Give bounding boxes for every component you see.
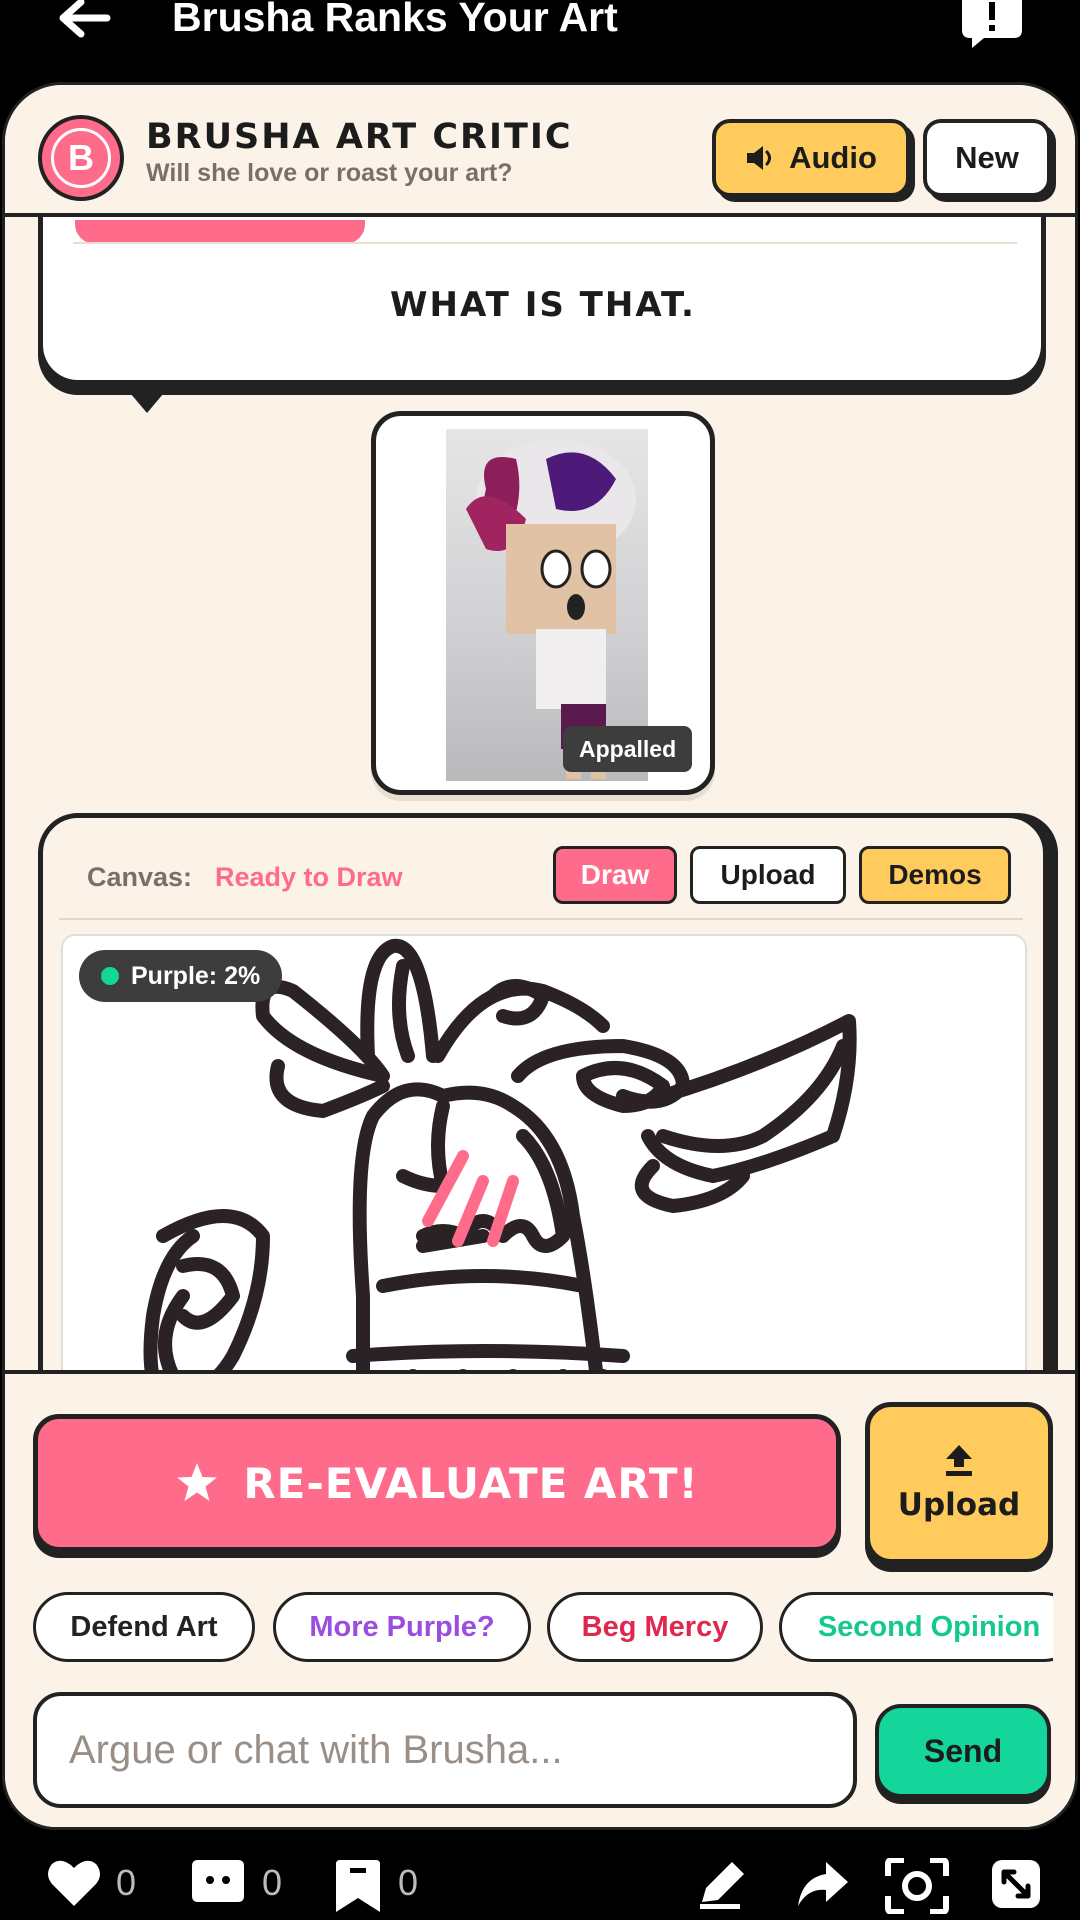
bubble-tail: [125, 387, 169, 413]
status-dot-icon: [101, 967, 119, 985]
new-button-label: New: [955, 140, 1019, 175]
upload-art-label: Upload: [897, 1487, 1021, 1523]
page-title: Brusha Ranks Your Art: [172, 0, 618, 40]
new-button[interactable]: New: [923, 119, 1051, 197]
like-count: 0: [116, 1862, 137, 1903]
bottom-controls: RE-EVALUATE ART! Upload Defend Art More …: [5, 1370, 1075, 1827]
comment-icon[interactable]: [190, 1858, 246, 1910]
avatar: B: [38, 115, 124, 201]
tab-draw[interactable]: Draw: [553, 846, 677, 904]
canvas-divider: [59, 918, 1023, 920]
fullscreen-icon[interactable]: [990, 1858, 1042, 1910]
tab-demos[interactable]: Demos: [859, 846, 1011, 904]
audio-button-label: Audio: [789, 140, 877, 175]
re-evaluate-button[interactable]: RE-EVALUATE ART!: [33, 1414, 841, 1552]
purple-meter-label: Purple: 2%: [131, 961, 261, 990]
chat-input[interactable]: Argue or chat with Brusha...: [33, 1692, 857, 1808]
comment-count: 0: [262, 1862, 283, 1903]
edit-pencil-icon[interactable]: [696, 1858, 748, 1910]
speaker-icon: [747, 146, 772, 170]
top-bar: Brusha Ranks Your Art: [0, 0, 1080, 80]
send-button-label: Send: [923, 1732, 1003, 1769]
critic-verdict-text: WHAT IS THAT.: [390, 285, 696, 325]
upload-icon: [946, 1445, 972, 1476]
screenshot-icon[interactable]: [884, 1858, 950, 1914]
chip-more-purple[interactable]: More Purple?: [273, 1592, 531, 1662]
heart-icon[interactable]: [46, 1858, 102, 1908]
quick-reply-chips: Defend Art More Purple? Beg Mercy Second…: [33, 1592, 1053, 1664]
audio-button[interactable]: Audio: [712, 119, 910, 197]
share-icon[interactable]: [796, 1858, 850, 1910]
re-evaluate-label: RE-EVALUATE ART!: [243, 1458, 699, 1508]
app-container: WHAT IS THAT. B BRUSHA ART CRITIC Will s…: [2, 82, 1078, 1830]
chip-second-opinion[interactable]: Second Opinion: [779, 1592, 1053, 1662]
canvas-label: Canvas:: [87, 862, 193, 892]
bookmark-count: 0: [398, 1862, 419, 1903]
bottom-nav-bar: 0 0 0: [0, 1832, 1080, 1920]
send-button[interactable]: Send: [875, 1704, 1051, 1798]
chip-beg-mercy[interactable]: Beg Mercy: [547, 1592, 763, 1662]
back-arrow-icon[interactable]: [55, 0, 115, 45]
star-icon: [177, 1463, 218, 1501]
brand-title: BRUSHA ART CRITIC: [146, 117, 573, 157]
brand-subtitle: Will she love or roast your art?: [146, 159, 513, 187]
tab-upload[interactable]: Upload: [690, 846, 846, 904]
upload-art-button[interactable]: Upload: [865, 1402, 1053, 1564]
bookmark-icon[interactable]: [334, 1858, 382, 1914]
art-preview-card: Appalled: [371, 411, 715, 795]
report-icon[interactable]: [958, 0, 1026, 48]
reaction-badge: Appalled: [563, 726, 693, 772]
purple-meter-badge: Purple: 2%: [79, 950, 283, 1002]
avatar-letter: B: [68, 137, 94, 178]
canvas-status: Ready to Draw: [215, 862, 403, 892]
bubble-accent-bar: [75, 220, 365, 244]
app-header: B BRUSHA ART CRITIC Will she love or roa…: [5, 85, 1075, 217]
bubble-divider: [73, 242, 1017, 244]
chip-defend-art[interactable]: Defend Art: [33, 1592, 255, 1662]
